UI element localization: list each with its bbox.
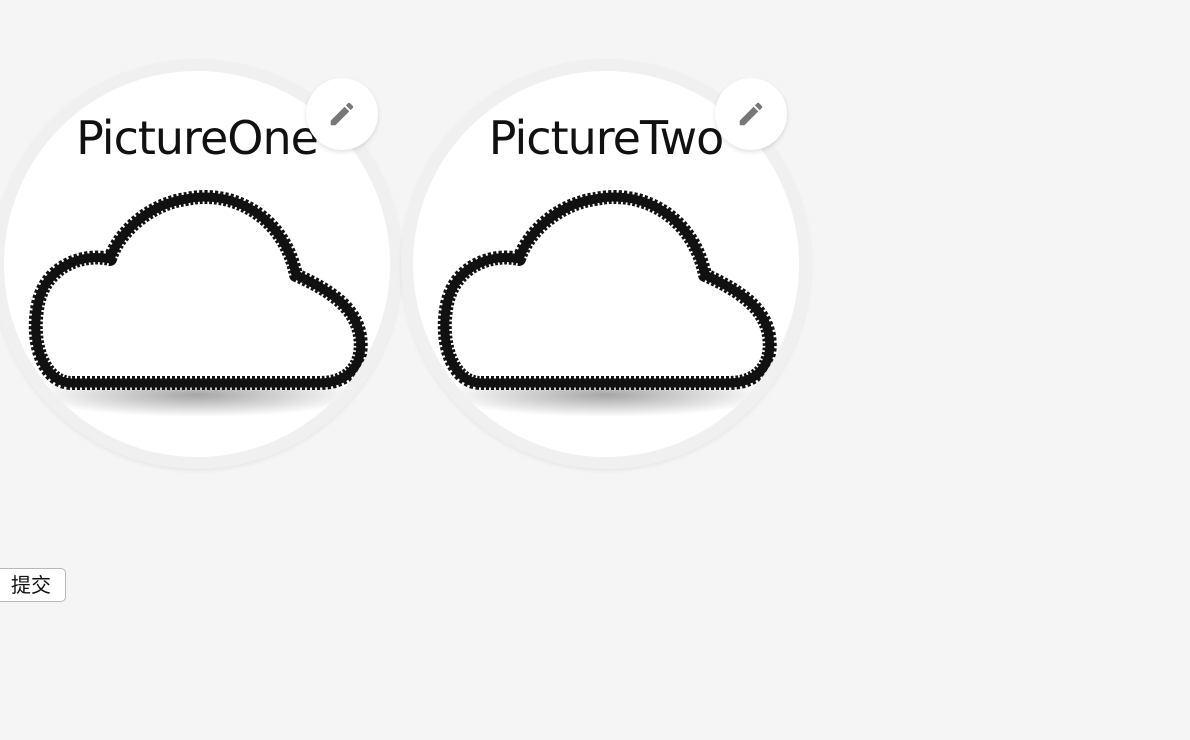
pencil-icon — [739, 102, 763, 126]
edit-button[interactable] — [715, 78, 787, 150]
submit-button[interactable]: 提交 — [0, 568, 66, 602]
edit-button[interactable] — [306, 78, 378, 150]
avatar-upload-two: PictureTwo — [401, 59, 811, 469]
cloud-icon — [437, 190, 777, 417]
cloud-icon — [28, 190, 368, 417]
pencil-icon — [330, 102, 354, 126]
avatar-upload-one: PictureOne — [0, 59, 402, 469]
